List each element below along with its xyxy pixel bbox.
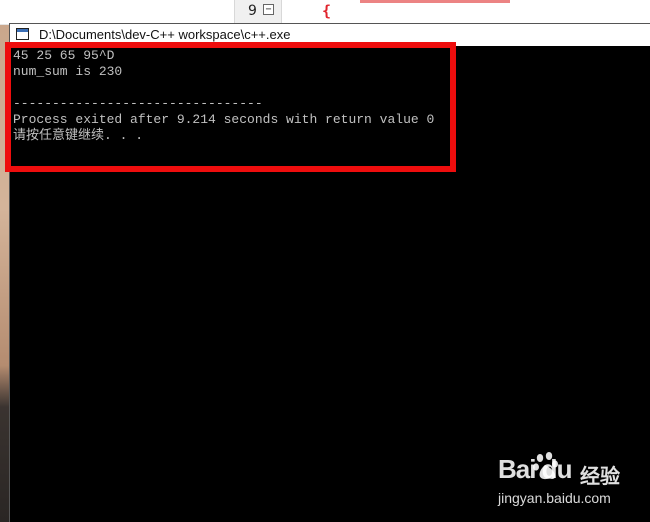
code-editor-background: 9 − { <box>0 0 650 25</box>
console-line-exit-status: Process exited after 9.214 seconds with … <box>13 112 435 127</box>
console-line-result: num_sum is 230 <box>13 64 123 79</box>
line-number: 9 <box>248 3 257 19</box>
baidu-paw-icon <box>533 452 558 480</box>
editor-gutter <box>234 0 282 24</box>
fold-toggle-icon[interactable]: − <box>263 4 274 15</box>
console-app-icon <box>16 28 29 40</box>
jingyan-url: jingyan.baidu.com <box>498 490 611 506</box>
console-titlebar[interactable]: D:\Documents\dev-C++ workspace\c++.exe <box>10 24 650 47</box>
code-fragment <box>360 0 510 3</box>
baidu-jingyan-watermark: Bai du 经验 jingyan.baidu.com <box>494 450 644 512</box>
jingyan-text: 经验 <box>580 464 620 488</box>
console-title: D:\Documents\dev-C++ workspace\c++.exe <box>39 27 291 42</box>
console-window[interactable]: D:\Documents\dev-C++ workspace\c++.exe 4… <box>10 24 650 522</box>
console-line-press-any-key: 请按任意键继续. . . <box>13 128 144 143</box>
console-line-input: 45 25 65 95^D <box>13 48 115 63</box>
console-line-separator: -------------------------------- <box>13 96 263 111</box>
code-brace: { <box>322 2 332 20</box>
